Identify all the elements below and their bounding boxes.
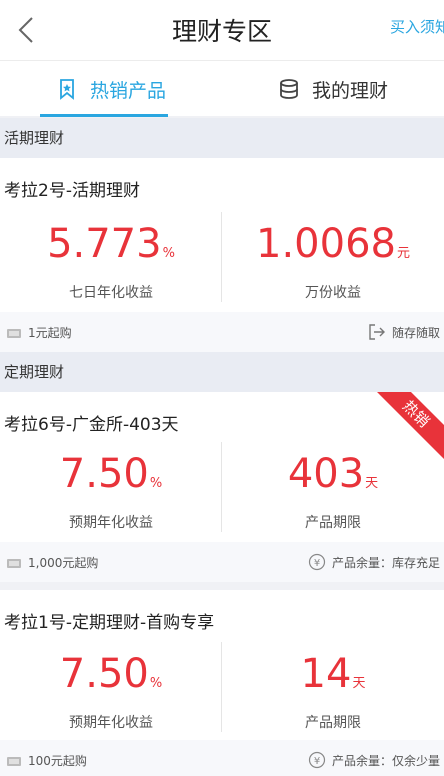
metric-unit: % (149, 476, 163, 491)
bookmark-icon (56, 78, 78, 100)
section-header-current: 活期理财 (0, 118, 444, 158)
metric-left: 7.50% 预期年化收益 (0, 650, 222, 732)
section-header-fixed: 定期理财 (0, 352, 444, 392)
svg-text:¥: ¥ (314, 558, 320, 569)
card-footer: 1元起购 随存随取 (0, 312, 444, 352)
tab-my-finance[interactable]: 我的理财 (222, 61, 444, 117)
product-card[interactable]: 考拉1号-定期理财-首购专享 7.50% 预期年化收益 14天 产品期限 (0, 590, 444, 740)
stock-remaining: 产品余量：仅余少量 (331, 753, 440, 768)
metric-value: 7.50 (59, 451, 149, 497)
metric-value: 403 (287, 451, 365, 497)
product-title: 考拉1号-定期理财-首购专享 (4, 613, 215, 633)
nav-bar: 理财专区 买入须知 (0, 0, 444, 60)
page-title: 理财专区 (171, 17, 272, 46)
min-purchase: 1,000元起购 (28, 556, 99, 570)
product-title: 考拉6号-广金所-403天 (4, 415, 179, 435)
metric-value: 1.0068 (256, 221, 396, 267)
metric-unit: 天 (352, 676, 366, 691)
tab-hot-products[interactable]: 热销产品 (0, 61, 222, 117)
tab-label: 热销产品 (89, 79, 166, 102)
product-card[interactable]: 考拉6号-广金所-403天 热销 7.50% 预期年化收益 403天 产品期限 (0, 392, 444, 544)
card-footer: 1,000元起购 ¥ 产品余量：库存充足 (0, 542, 444, 582)
active-tab-indicator (40, 114, 168, 117)
metric-unit: 天 (365, 476, 379, 491)
metric-label: 预期年化收益 (69, 715, 153, 731)
tab-bar: 热销产品 我的理财 (0, 60, 444, 117)
metric-label: 万份收益 (305, 285, 361, 301)
metric-right: 14天 产品期限 (222, 650, 444, 732)
metric-label: 预期年化收益 (69, 515, 153, 531)
metric-unit: 元 (396, 246, 410, 261)
banknote-icon (6, 557, 22, 569)
banknote-icon (6, 755, 22, 767)
metric-left: 5.773% 七日年化收益 (0, 220, 222, 302)
banknote-icon (6, 327, 22, 339)
card-footer: 100元起购 ¥ 产品余量：仅余少量 (0, 740, 444, 776)
metric-unit: % (162, 246, 175, 261)
metric-label: 产品期限 (305, 715, 361, 731)
metric-right: 1.0068元 万份收益 (222, 220, 444, 302)
exit-arrow-icon (368, 323, 386, 341)
min-purchase: 1元起购 (28, 326, 72, 340)
withdraw-terms: 随存随取 (391, 325, 440, 340)
min-purchase: 100元起购 (28, 754, 87, 768)
metric-value: 7.50 (59, 651, 149, 697)
metric-value: 14 (300, 651, 352, 697)
svg-text:¥: ¥ (314, 756, 320, 767)
tab-label: 我的理财 (311, 79, 388, 102)
metric-value: 5.773 (47, 221, 162, 267)
stock-remaining: 产品余量：库存充足 (331, 555, 440, 570)
yen-coin-icon: ¥ (308, 751, 326, 769)
yen-coin-icon: ¥ (308, 553, 326, 571)
metric-left: 7.50% 预期年化收益 (0, 450, 222, 532)
product-title: 考拉2号-活期理财 (4, 181, 140, 201)
metric-right: 403天 产品期限 (222, 450, 444, 532)
metric-label: 产品期限 (305, 515, 361, 531)
purchase-notice-link[interactable]: 买入须知 (390, 16, 444, 37)
database-icon (278, 78, 300, 100)
metric-unit: % (149, 676, 163, 691)
product-card[interactable]: 考拉2号-活期理财 5.773% 七日年化收益 1.0068元 万份收益 (0, 158, 444, 312)
metric-label: 七日年化收益 (69, 285, 153, 301)
